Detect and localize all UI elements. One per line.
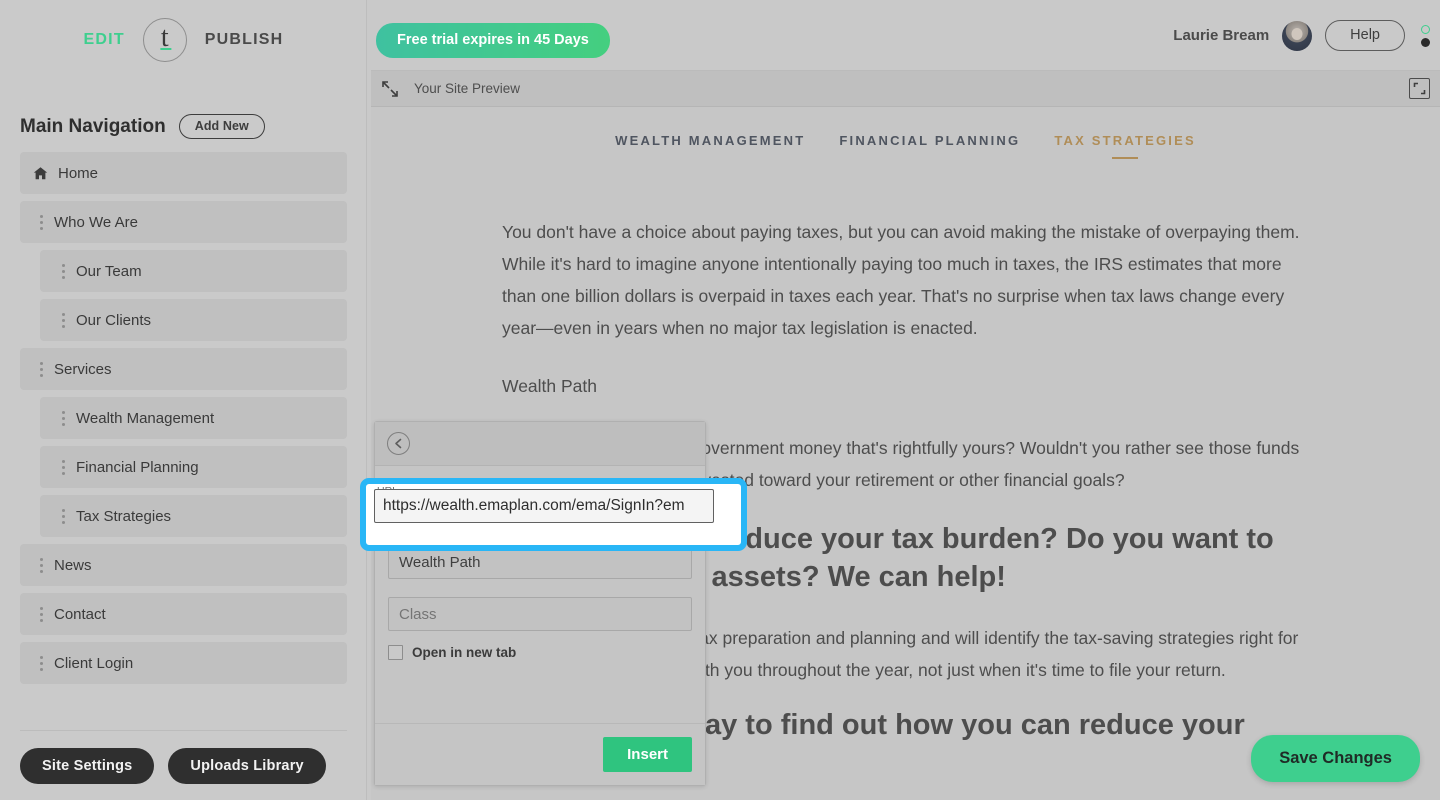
open-in-new-tab-checkbox[interactable] xyxy=(388,645,403,660)
user-name-label: Laurie Bream xyxy=(1173,27,1270,44)
sidebar-item-label: Contact xyxy=(54,605,106,623)
sidebar-item-label: Financial Planning xyxy=(76,458,199,476)
drag-handle-icon[interactable] xyxy=(28,557,54,573)
sidebar-item-label: Wealth Management xyxy=(76,409,215,427)
publish-mode-tab[interactable]: PUBLISH xyxy=(205,31,284,49)
drag-handle-icon[interactable] xyxy=(50,312,76,328)
sidebar-item-our-team[interactable]: Our Team xyxy=(40,250,347,292)
preview-toolbar: Your Site Preview xyxy=(371,71,1440,107)
status-indicator-group xyxy=(1421,24,1430,47)
link-editor-modal: Text Open in new tab Insert xyxy=(374,421,706,786)
resize-diagonal-icon[interactable] xyxy=(380,79,400,99)
sidebar-item-label: Client Login xyxy=(54,654,134,672)
site-nav-item-tax-strategies[interactable]: TAX STRATEGIES xyxy=(1054,133,1196,148)
drag-handle-icon[interactable] xyxy=(50,263,76,279)
nav-header: Main Navigation Add New xyxy=(20,114,265,139)
drag-handle-icon[interactable] xyxy=(50,508,76,524)
sidebar-item-label: Our Team xyxy=(76,262,142,280)
edit-mode-tab[interactable]: EDIT xyxy=(84,31,125,49)
drag-handle-icon[interactable] xyxy=(50,410,76,426)
help-button[interactable]: Help xyxy=(1325,20,1405,51)
left-sidebar: EDIT t PUBLISH Main Navigation Add New H… xyxy=(0,0,367,800)
main-navigation-title: Main Navigation xyxy=(20,115,166,137)
logo-underline-accent xyxy=(160,47,172,50)
text-field-label: Text xyxy=(389,530,409,542)
drag-handle-icon[interactable] xyxy=(28,361,54,377)
sidebar-item-services[interactable]: Services xyxy=(20,348,347,390)
url-input[interactable] xyxy=(374,489,714,523)
insert-button[interactable]: Insert xyxy=(603,737,692,772)
sidebar-item-label: Who We Are xyxy=(54,213,138,231)
sidebar-item-wealth-management[interactable]: Wealth Management xyxy=(40,397,347,439)
preview-label: Your Site Preview xyxy=(414,81,521,96)
sidebar-footer: Site Settings Uploads Library xyxy=(20,748,326,784)
class-field-group xyxy=(388,597,692,631)
topbar-right-group: Laurie Bream Help xyxy=(1173,20,1430,51)
site-nav-item-financial-planning[interactable]: FINANCIAL PLANNING xyxy=(839,133,1020,148)
drag-handle-icon[interactable] xyxy=(28,214,54,230)
sidebar-divider xyxy=(20,730,347,731)
avatar[interactable] xyxy=(1282,20,1313,51)
sidebar-item-home[interactable]: Home xyxy=(20,152,347,194)
fullscreen-icon[interactable] xyxy=(1409,78,1430,99)
add-new-button[interactable]: Add New xyxy=(178,114,265,139)
sidebar-item-label: Our Clients xyxy=(76,311,152,329)
brand-row: EDIT t PUBLISH xyxy=(0,14,367,66)
sidebar-item-who-we-are[interactable]: Who We Are xyxy=(20,201,347,243)
class-input[interactable] xyxy=(388,597,692,631)
sidebar-item-label: Services xyxy=(54,360,112,378)
save-changes-button[interactable]: Save Changes xyxy=(1251,735,1420,782)
top-bar: Free trial expires in 45 Days Laurie Bre… xyxy=(367,0,1440,70)
site-nav-item-wealth-management[interactable]: WEALTH MANAGEMENT xyxy=(615,133,805,148)
sidebar-item-financial-planning[interactable]: Financial Planning xyxy=(40,446,347,488)
modal-header xyxy=(375,422,705,466)
site-nav-bar: WEALTH MANAGEMENT FINANCIAL PLANNING TAX S… xyxy=(371,107,1440,148)
sidebar-item-tax-strategies[interactable]: Tax Strategies xyxy=(40,495,347,537)
sidebar-item-contact[interactable]: Contact xyxy=(20,593,347,635)
modal-footer: Insert xyxy=(375,723,705,785)
uploads-library-button[interactable]: Uploads Library xyxy=(168,748,326,784)
drag-handle-icon[interactable] xyxy=(50,459,76,475)
wealth-path-link[interactable]: Wealth Path xyxy=(502,370,1311,402)
free-trial-banner-button[interactable]: Free trial expires in 45 Days xyxy=(376,23,610,58)
drag-handle-icon[interactable] xyxy=(28,606,54,622)
sidebar-item-label: Tax Strategies xyxy=(76,507,172,525)
text-input[interactable] xyxy=(388,545,692,579)
open-in-new-tab-row[interactable]: Open in new tab xyxy=(388,645,692,660)
app-logo[interactable]: t xyxy=(142,18,187,62)
app-root: EDIT t PUBLISH Main Navigation Add New H… xyxy=(0,0,1440,800)
paragraph-intro: You don't have a choice about paying tax… xyxy=(502,222,1300,338)
status-menu-icon[interactable] xyxy=(1421,37,1430,47)
sidebar-item-client-login[interactable]: Client Login xyxy=(20,642,347,684)
site-settings-button[interactable]: Site Settings xyxy=(20,748,155,784)
text-field-group: Text xyxy=(388,530,692,579)
home-icon xyxy=(33,166,48,181)
back-arrow-icon[interactable] xyxy=(387,432,410,455)
sidebar-item-label: Home xyxy=(58,164,99,182)
status-online-icon xyxy=(1421,24,1430,34)
navigation-list: Home Who We Are Our Team Our Clients Service… xyxy=(0,152,367,691)
sidebar-item-our-clients[interactable]: Our Clients xyxy=(40,299,347,341)
drag-handle-icon[interactable] xyxy=(28,655,54,671)
sidebar-item-label: News xyxy=(54,556,92,574)
open-in-new-tab-label: Open in new tab xyxy=(412,645,517,660)
sidebar-item-news[interactable]: News xyxy=(20,544,347,586)
